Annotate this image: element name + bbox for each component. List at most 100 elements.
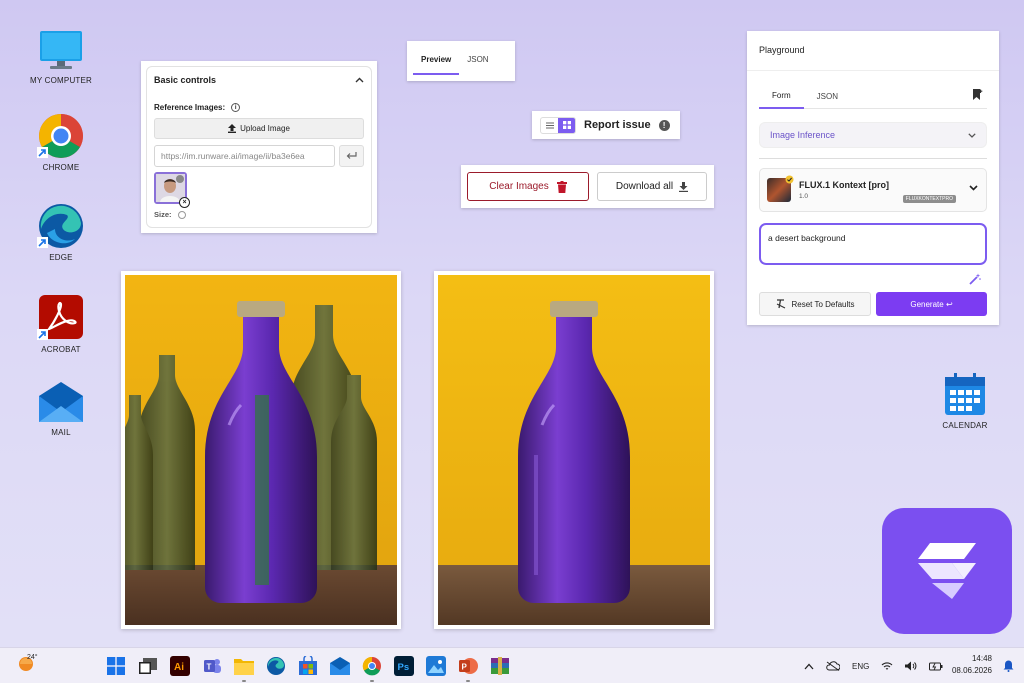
task-type-select[interactable]: Image Inference [759,122,987,148]
desktop-icon-label: CHROME [42,163,80,172]
desktop-icon-edge[interactable]: EDGE [16,203,106,262]
edge-icon [37,204,83,248]
archive-icon [491,657,509,675]
grid-view-icon[interactable] [558,117,575,133]
photos-icon [426,656,446,676]
volume-icon[interactable] [905,661,917,671]
notification-bell-icon[interactable] [1003,660,1014,672]
cloud-offline-icon[interactable] [826,661,840,671]
folder-icon [234,659,254,675]
runware-logo-icon [918,543,976,599]
playground-tabs: Form JSON [759,85,987,109]
taskbar-photos[interactable] [424,654,448,678]
clear-images-button[interactable]: Clear Images [467,172,589,201]
reference-image-thumbnail[interactable]: × [154,172,190,208]
tab-preview[interactable]: Preview [413,41,460,75]
magic-wand-icon[interactable] [969,273,981,285]
view-toggle[interactable] [540,116,576,134]
chevron-down-icon [969,185,978,191]
size-text: Size: [154,210,172,219]
tab-json[interactable]: JSON [459,41,496,75]
language-indicator[interactable]: ENG [852,662,869,671]
model-version: 1.0 [799,193,809,200]
upload-image-label: Upload Image [240,124,290,133]
taskbar-file-explorer[interactable] [232,654,256,682]
tab-json[interactable]: JSON [804,85,851,109]
playground-panel: Playground Form JSON Image Inference FLU… [747,31,999,325]
desktop-icon-label: CALENDAR [942,421,988,430]
divider [759,158,987,159]
svg-text:Ai: Ai [174,662,184,673]
taskbar-powerpoint[interactable]: P [456,654,480,682]
submit-url-button[interactable] [339,145,364,167]
chevron-down-icon [968,132,976,138]
svg-text:P: P [462,663,468,672]
illustrator-icon: Ai [170,656,190,676]
task-type-value: Image Inference [770,130,836,140]
remove-image-icon[interactable]: × [179,197,190,208]
taskbar-store[interactable] [296,654,320,678]
chrome-icon [37,114,83,158]
battery-plugged-icon[interactable] [929,661,943,671]
task-view-icon [139,658,157,674]
calendar-icon [945,373,985,415]
size-label: Size: [154,210,364,219]
powerpoint-icon: P [459,658,478,674]
chevron-up-icon[interactable] [804,663,814,670]
taskbar-photoshop[interactable]: Ps [392,654,416,678]
clear-images-label: Clear Images [489,181,549,192]
prompt-textarea[interactable]: a desert background [759,223,987,265]
mail-icon [330,657,350,675]
reset-label: Reset To Defaults [791,299,855,309]
chevron-up-icon[interactable] [355,77,364,83]
image-url-input[interactable] [154,145,335,167]
basic-controls-panel: Basic controls Reference Images: i Uploa… [141,61,377,233]
store-icon [299,656,317,675]
upload-image-button[interactable]: Upload Image [154,118,364,139]
model-select[interactable]: FLUX.1 Kontext [pro] 1.0 FLUXKONTEXTPRO [759,168,987,212]
desktop-icon-calendar[interactable]: CALENDAR [920,373,1010,430]
desktop-icon-chrome[interactable]: CHROME [16,113,106,172]
photoshop-icon: Ps [394,656,414,676]
purple-bottle-with-bottles-photo [125,275,397,625]
trash-icon [556,180,567,193]
source-image[interactable] [121,271,401,629]
download-all-button[interactable]: Download all [597,172,707,201]
tab-form[interactable]: Form [759,85,804,109]
report-issue-button[interactable]: Report issue [584,119,651,131]
desktop-icon-mail[interactable]: MAIL [16,382,106,437]
weather-temperature: 24° [27,654,38,661]
desktop-icon-my-computer[interactable]: MY COMPUTER [16,30,106,85]
size-info-icon[interactable] [177,210,186,219]
generate-button[interactable]: Generate ↩ [876,292,987,316]
acrobat-icon [37,295,83,340]
taskbar-mail[interactable] [328,654,352,678]
download-icon [679,181,689,192]
bookmark-add-icon[interactable] [973,89,983,100]
taskbar-illustrator[interactable]: Ai [168,654,192,678]
mail-icon [39,382,83,422]
list-view-icon[interactable] [541,118,558,133]
taskbar-edge[interactable] [264,654,288,678]
taskbar-teams[interactable]: T [200,654,224,678]
desktop-icon-acrobat[interactable]: ACROBAT [16,295,106,354]
windows-icon [107,657,125,675]
clear-format-icon [776,299,785,309]
desktop-icon-label: EDGE [49,253,73,262]
taskbar-task-view[interactable] [136,654,160,678]
taskbar-chrome[interactable] [360,654,384,682]
svg-text:Ps: Ps [398,662,410,673]
playground-title: Playground [747,31,999,71]
taskbar-winrar[interactable] [488,654,512,678]
chrome-icon [362,656,381,676]
info-icon[interactable]: i [231,103,241,112]
runware-logo[interactable] [882,508,1012,634]
system-tray: ENG [804,648,943,683]
generated-image[interactable] [434,271,714,629]
start-button[interactable] [104,654,128,678]
basic-controls-header[interactable]: Basic controls [154,75,364,85]
wifi-icon[interactable] [881,661,893,671]
purple-bottle-photo [438,275,710,625]
clock[interactable]: 14:48 08.06.2026 [950,653,992,677]
reset-to-defaults-button[interactable]: Reset To Defaults [759,292,871,316]
